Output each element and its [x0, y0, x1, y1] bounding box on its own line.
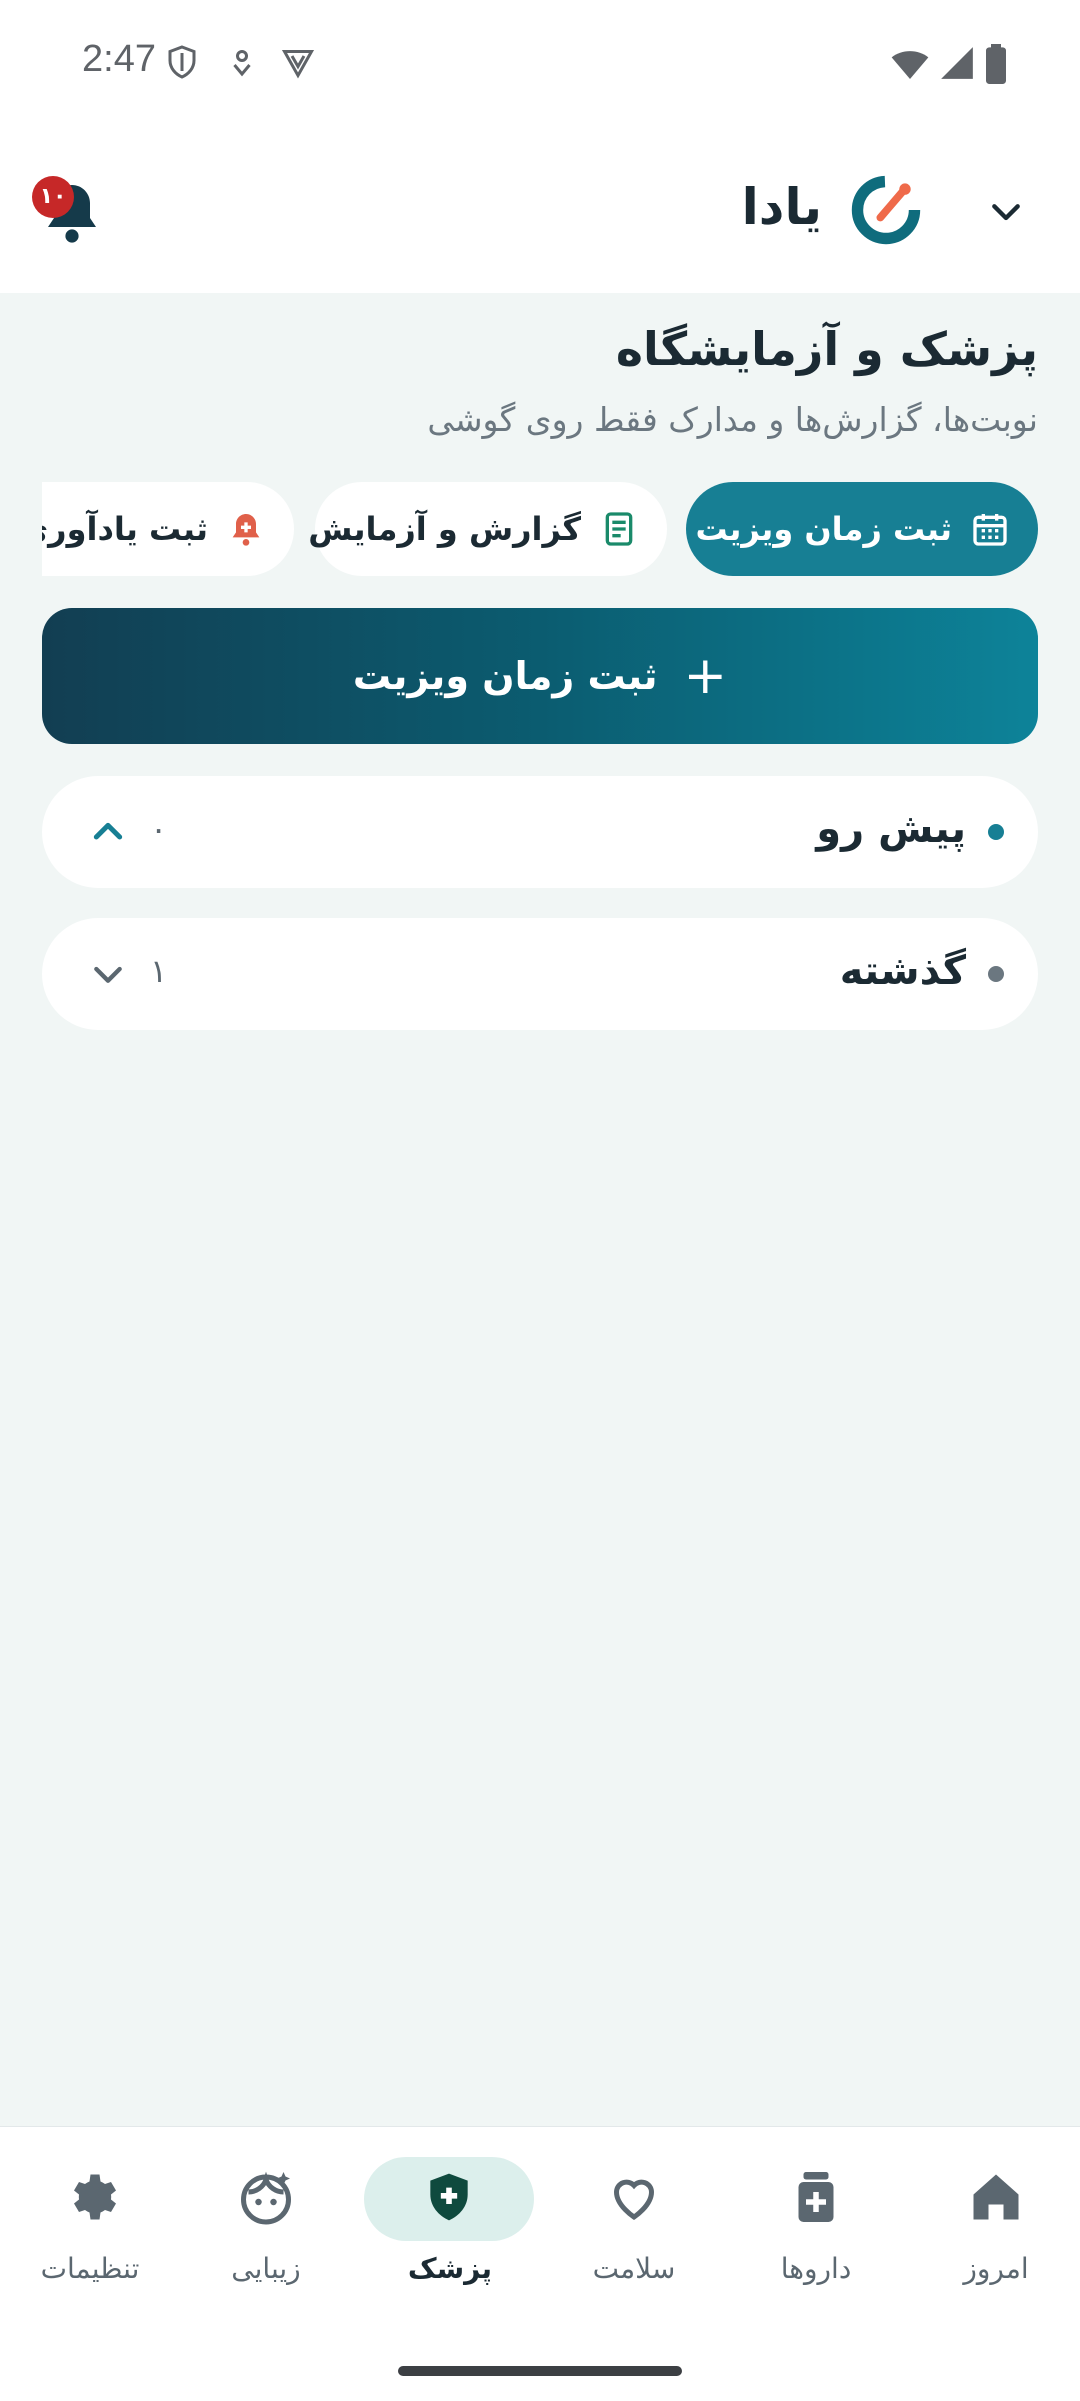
face-icon: [241, 2171, 291, 2225]
nav-doctor[interactable]: پزشک: [360, 2127, 540, 2307]
chevron-up-icon: [93, 822, 123, 840]
chevron-down-icon[interactable]: [986, 193, 1026, 233]
page-title: پزشک و آزمایشگاه: [615, 322, 1038, 376]
app-name: یادا: [741, 178, 822, 236]
section-label: گذشته: [839, 948, 966, 994]
plus-icon: +: [683, 646, 728, 706]
nav-label: سلامت: [592, 2252, 676, 2285]
chevron-down-icon: [94, 966, 122, 983]
status-time: 2:47: [82, 38, 156, 80]
chip-label: ثبت یادآوری: [18, 510, 208, 548]
alarm-icon: [232, 514, 260, 546]
status-dot: [988, 966, 1004, 982]
calendar-icon: [973, 514, 1007, 546]
nav-label: امروز: [963, 2252, 1029, 2285]
gear-icon: [74, 2174, 116, 2220]
nav-settings[interactable]: تنظیمات: [0, 2127, 180, 2307]
vpn-shield-icon: [168, 45, 196, 79]
section-count: ۱: [150, 952, 168, 990]
report-icon: [605, 512, 633, 546]
section-past[interactable]: گذشته ۱: [42, 918, 1038, 1030]
chip-label: ثبت زمان ویزیت: [695, 510, 953, 548]
shield-v-icon: [281, 50, 315, 79]
nav-label: پزشک: [407, 2252, 493, 2285]
status-bar: 2:47: [0, 0, 1080, 128]
home-icon: [973, 2174, 1019, 2220]
bottom-navigation: تنظیمات زیبایی پزشک سلامت داروها امروز: [0, 2126, 1080, 2401]
nav-today[interactable]: امروز: [906, 2127, 1080, 2307]
section-upcoming[interactable]: پیش رو ۰: [42, 776, 1038, 888]
sync-icon: [233, 50, 251, 77]
add-visit-button[interactable]: + ثبت زمان ویزیت: [42, 608, 1038, 744]
shield-plus-icon: [430, 2173, 468, 2221]
medicine-icon: [798, 2172, 834, 2222]
nav-label: تنظیمات: [40, 2252, 140, 2285]
wifi-icon: [891, 51, 929, 79]
notification-badge: ۱۰: [32, 176, 74, 218]
add-visit-label: ثبت زمان ویزیت: [352, 654, 658, 698]
home-indicator[interactable]: [398, 2366, 682, 2376]
status-dot: [988, 824, 1004, 840]
nav-medicines[interactable]: داروها: [726, 2127, 906, 2307]
nav-beauty[interactable]: زیبایی: [176, 2127, 356, 2307]
heart-icon: [613, 2179, 655, 2220]
chip-label: گزارش و آزمایش: [308, 510, 581, 548]
battery-icon: [986, 44, 1006, 84]
chip-reminder[interactable]: ثبت یادآوری: [0, 482, 294, 576]
app-header: یادا: [0, 128, 1080, 293]
filter-chips: ثبت زمان ویزیت گزارش و آزمایش ثبت یادآور…: [0, 482, 1080, 576]
chip-visit-time[interactable]: ثبت زمان ویزیت: [686, 482, 1038, 576]
nav-health[interactable]: سلامت: [544, 2127, 724, 2307]
nav-label: داروها: [780, 2252, 852, 2285]
page-subtitle: نوبت‌ها، گزارش‌ها و مدارک فقط روی گوشی: [427, 400, 1038, 439]
section-count: ۰: [150, 810, 168, 848]
nav-label: زیبایی: [231, 2252, 301, 2285]
chip-report-test[interactable]: گزارش و آزمایش: [308, 482, 667, 576]
section-label: پیش رو: [816, 806, 966, 852]
app-logo-icon: [851, 175, 921, 245]
signal-icon: [941, 47, 973, 79]
